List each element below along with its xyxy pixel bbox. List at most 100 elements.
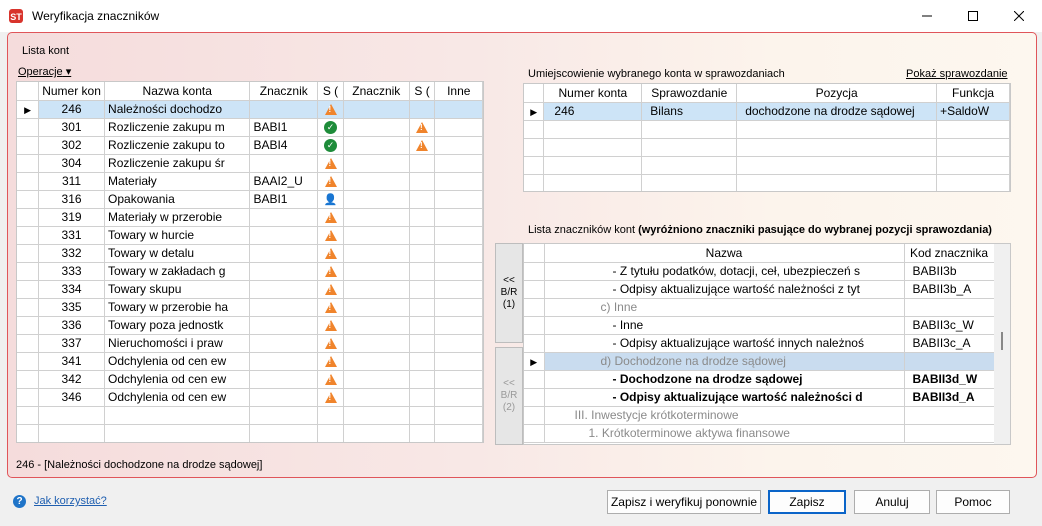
tag-row[interactable]: - Dochodzone na drodze sądowej BABII3d_W [524, 370, 995, 389]
help-button[interactable]: Pomoc [936, 490, 1010, 514]
how-to-use-link[interactable]: Jak korzystać? [34, 495, 107, 507]
account-row[interactable]: 316 Opakowania BABI1 👤 [17, 190, 483, 209]
account-row[interactable]: 311 Materiały BAAI2_U [17, 172, 483, 191]
row-indicator[interactable] [17, 316, 40, 335]
row-indicator[interactable]: ▶ [524, 352, 545, 371]
col-header-number[interactable]: Numer kon [38, 82, 106, 101]
operations-menu[interactable]: Operacje ▾ [18, 65, 71, 78]
maximize-button[interactable] [950, 0, 996, 32]
row-indicator[interactable] [17, 118, 40, 137]
account-tag: BAAI2_U [249, 172, 319, 191]
account-row[interactable]: ▶ 246 Należności dochodzo [17, 100, 483, 119]
col-header-report[interactable]: Sprawozdanie [641, 84, 738, 103]
col-header-tag-name[interactable]: Nazwa [544, 244, 905, 263]
row-indicator[interactable] [524, 424, 545, 443]
col-header-name[interactable]: Nazwa konta [104, 82, 251, 101]
account-row[interactable]: 341 Odchylenia od cen ew [17, 352, 483, 371]
tag-row[interactable]: III. Inwestycje krótkoterminowe [524, 406, 995, 425]
br2-button[interactable]: << B/R (2) [495, 347, 523, 445]
show-report-link[interactable]: Pokaż sprawozdanie [906, 68, 1008, 80]
row-indicator[interactable] [17, 280, 40, 299]
account-tag2 [343, 262, 410, 281]
row-indicator[interactable] [17, 262, 40, 281]
accounts-grid[interactable]: Numer kon Nazwa konta Znacznik S ( Znacz… [16, 81, 484, 443]
account-row[interactable]: 301 Rozliczenie zakupu m BABI1 ✓ [17, 118, 483, 137]
account-row[interactable]: 346 Odchylenia od cen ew [17, 388, 483, 407]
checkmark-icon: ✓ [324, 139, 338, 153]
tag-row[interactable]: - Odpisy aktualizujące wartość innych na… [524, 334, 995, 353]
row-indicator[interactable]: ▶ [524, 102, 545, 121]
row-indicator[interactable] [524, 406, 545, 425]
row-indicator[interactable] [524, 370, 545, 389]
row-indicator[interactable] [524, 298, 545, 317]
account-row[interactable]: 333 Towary w zakładach g [17, 262, 483, 281]
tags-grid[interactable]: Nazwa Kod znacznika - Z tytułu podatków,… [523, 243, 1011, 445]
save-and-verify-button[interactable]: Zapisz i weryfikuj ponownie [607, 490, 761, 514]
row-indicator[interactable] [17, 334, 40, 353]
tags-scrollbar[interactable] [994, 244, 1010, 444]
account-row[interactable]: 332 Towary w detalu [17, 244, 483, 263]
tag-row[interactable]: 1. Krótkoterminowe aktywa finansowe [524, 424, 995, 443]
account-row[interactable]: 335 Towary w przerobie ha [17, 298, 483, 317]
row-indicator[interactable] [524, 388, 545, 407]
account-row[interactable]: 334 Towary skupu [17, 280, 483, 299]
account-other [434, 136, 483, 155]
tag-row[interactable]: - Odpisy aktualizujące wartość należnośc… [524, 388, 995, 407]
tag-row[interactable]: ▶ d) Dochodzone na drodze sądowej [524, 352, 995, 371]
account-row[interactable]: 342 Odchylenia od cen ew [17, 370, 483, 389]
account-row[interactable]: 331 Towary w hurcie [17, 226, 483, 245]
col-header-tag2[interactable]: Znacznik [343, 82, 410, 101]
row-indicator[interactable] [17, 190, 40, 209]
account-row[interactable]: 302 Rozliczenie zakupu to BABI4 ✓ [17, 136, 483, 155]
row-indicator[interactable] [17, 136, 40, 155]
placement-grid[interactable]: Numer konta Sprawozdanie Pozycja Funkcja… [523, 83, 1011, 192]
scrollbar-thumb[interactable] [1001, 332, 1003, 350]
row-indicator[interactable] [17, 388, 40, 407]
account-number: 333 [38, 262, 106, 281]
account-row[interactable]: 319 Materiały w przerobie [17, 208, 483, 227]
warning-icon [324, 158, 337, 170]
account-status2 [409, 334, 436, 353]
row-indicator[interactable] [17, 226, 40, 245]
account-tag [249, 352, 319, 371]
row-indicator[interactable] [524, 316, 545, 335]
row-indicator[interactable] [524, 262, 545, 281]
account-row[interactable]: 337 Nieruchomości i praw [17, 334, 483, 353]
row-indicator[interactable] [17, 208, 40, 227]
tag-row[interactable]: - Z tytułu podatków, dotacji, ceł, ubezp… [524, 262, 995, 281]
row-indicator[interactable] [17, 298, 40, 317]
col-header-tag[interactable]: Znacznik [249, 82, 319, 101]
tag-row[interactable]: c) Inne [524, 298, 995, 317]
col-header-function[interactable]: Funkcja [936, 84, 1010, 103]
tag-row[interactable]: - Odpisy aktualizujące wartość należnośc… [524, 280, 995, 299]
account-status [317, 226, 344, 245]
tag-row[interactable]: - Inne BABII3c_W [524, 316, 995, 335]
tag-name: d) Dochodzone na drodze sądowej [544, 352, 905, 371]
account-status2 [409, 190, 436, 209]
col-header-status[interactable]: S ( [317, 82, 344, 101]
cancel-button[interactable]: Anuluj [854, 490, 930, 514]
row-indicator[interactable] [17, 352, 40, 371]
close-button[interactable] [996, 0, 1042, 32]
col-header-account-number[interactable]: Numer konta [543, 84, 643, 103]
row-indicator[interactable] [17, 154, 40, 173]
account-row[interactable]: 336 Towary poza jednostk [17, 316, 483, 335]
minimize-button[interactable] [904, 0, 950, 32]
row-indicator[interactable] [524, 280, 545, 299]
row-indicator[interactable] [524, 334, 545, 353]
row-indicator[interactable] [17, 172, 40, 191]
placement-row[interactable]: ▶ 246 Bilans dochodzone na drodze sądowej +S… [524, 102, 1010, 121]
account-other [434, 226, 483, 245]
account-row[interactable]: 304 Rozliczenie zakupu śr [17, 154, 483, 173]
col-header-status2[interactable]: S ( [409, 82, 436, 101]
row-indicator[interactable] [17, 244, 40, 263]
save-button[interactable]: Zapisz [768, 490, 846, 514]
col-header-other[interactable]: Inne [434, 82, 483, 101]
row-indicator[interactable] [17, 370, 40, 389]
account-status [317, 334, 344, 353]
row-indicator[interactable]: ▶ [17, 100, 40, 119]
col-header-tag-code[interactable]: Kod znacznika [904, 244, 995, 263]
col-header-position[interactable]: Pozycja [736, 84, 938, 103]
empty-row [17, 406, 483, 425]
br1-button[interactable]: << B/R (1) [495, 243, 523, 343]
